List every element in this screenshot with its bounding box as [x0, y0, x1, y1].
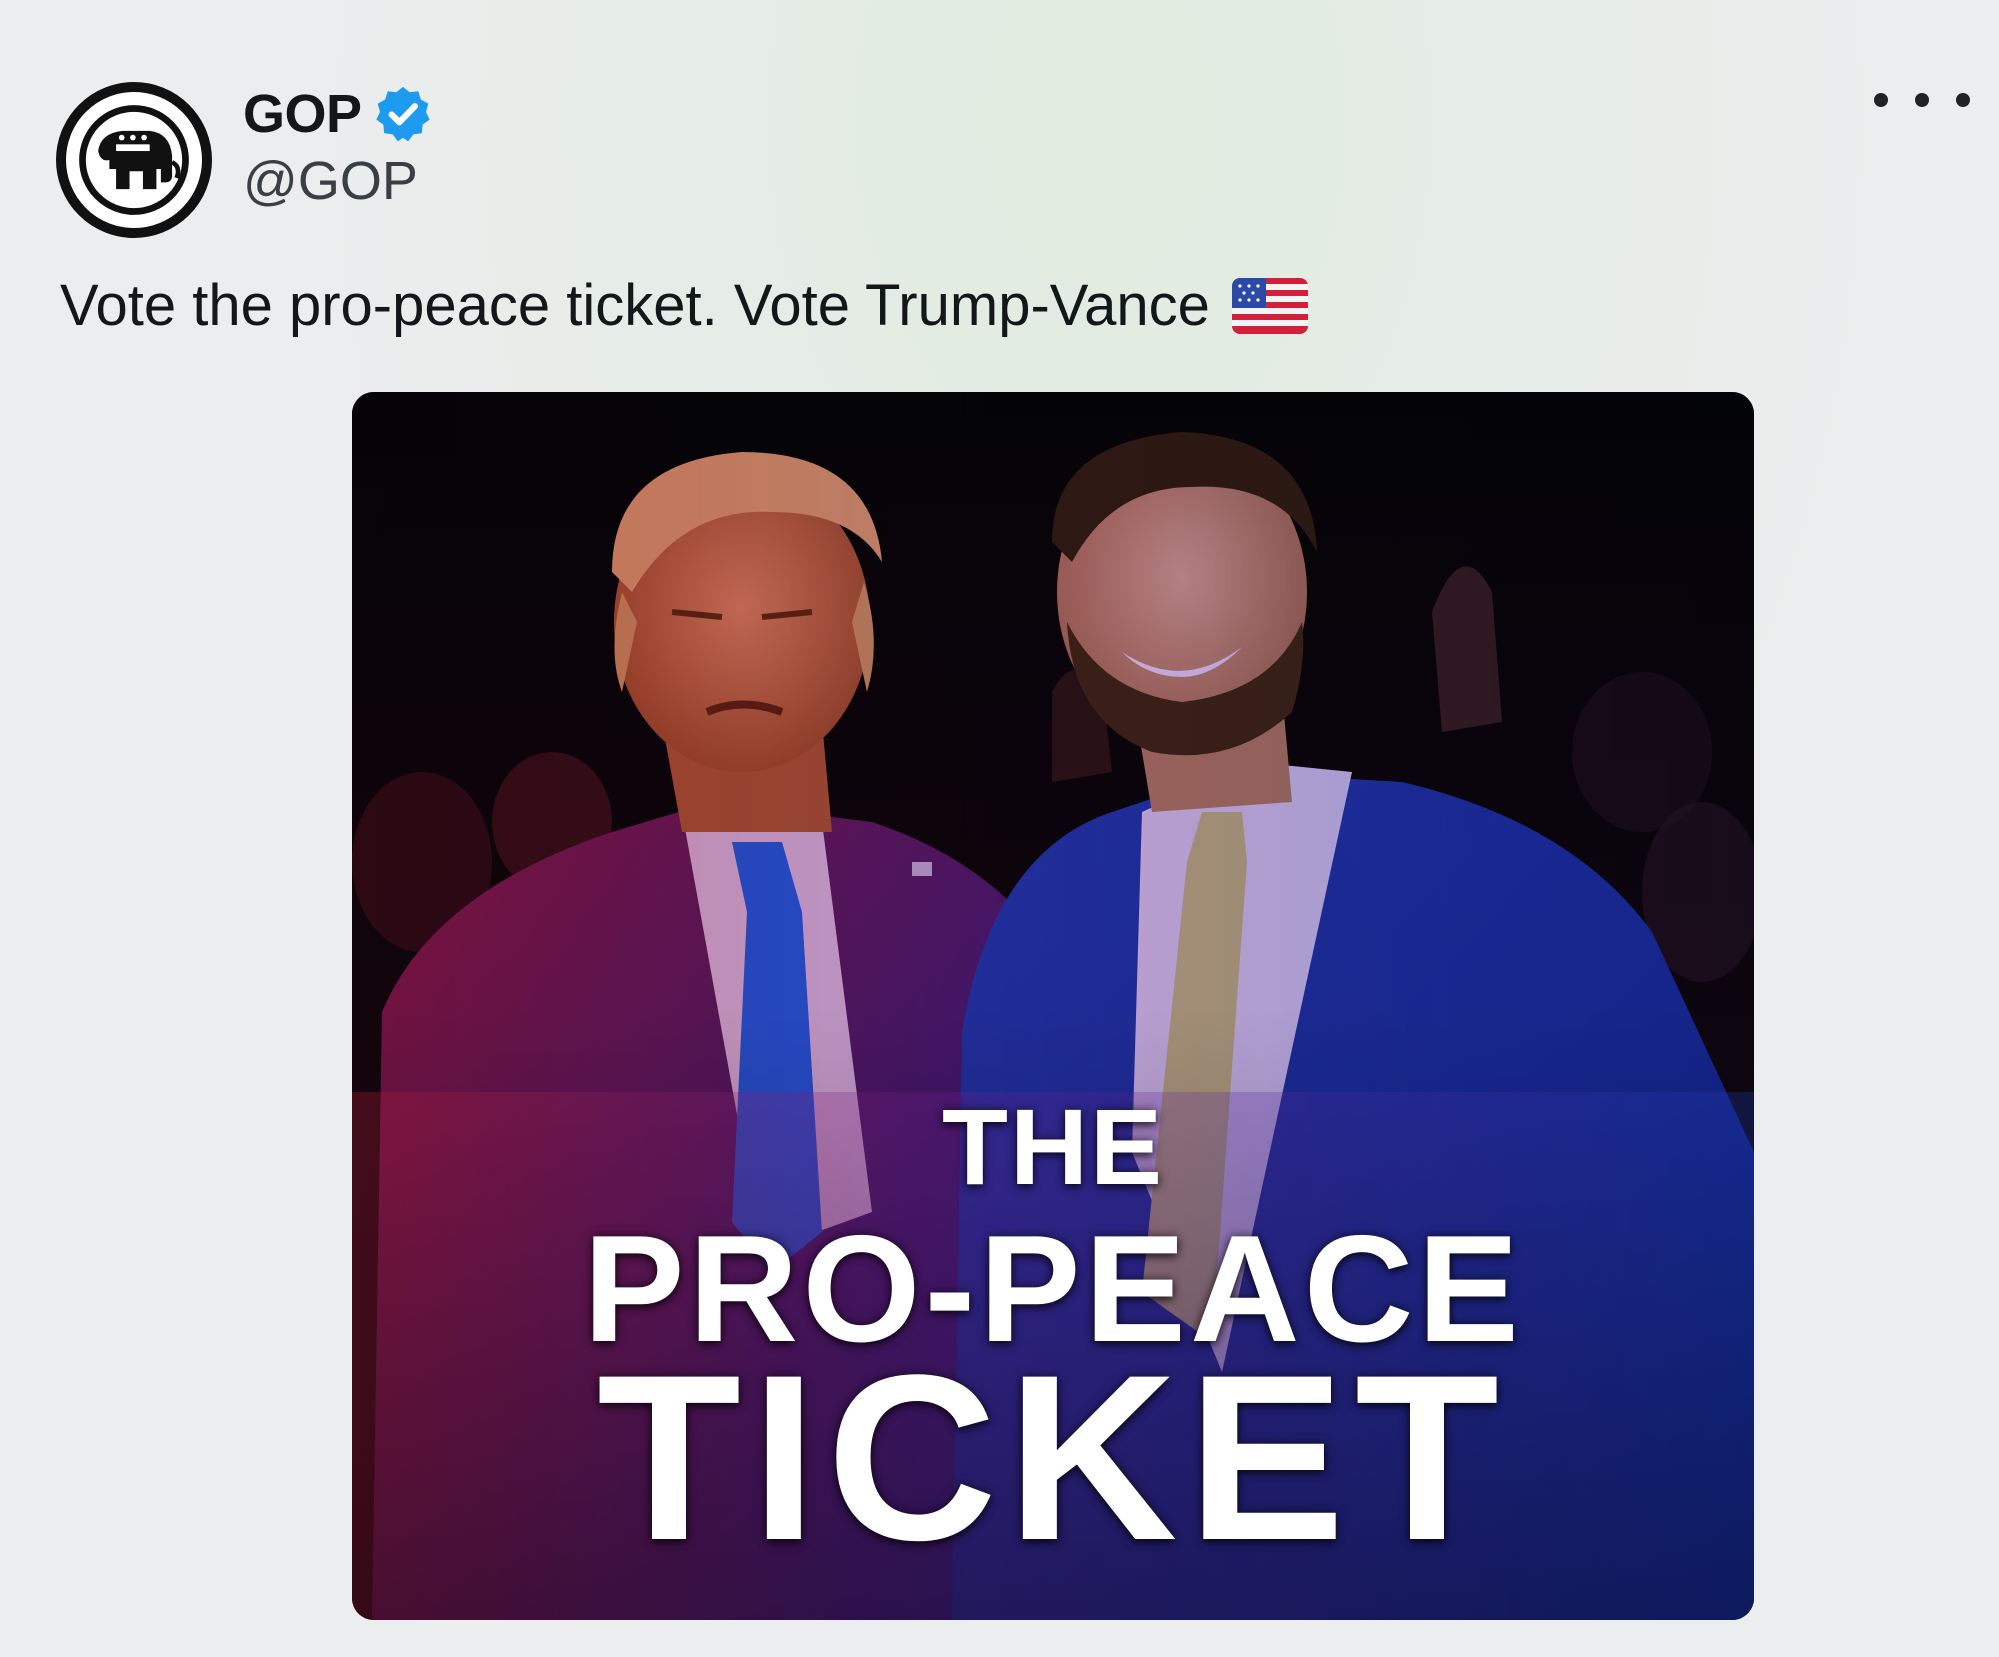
headline-the: THE: [942, 1086, 1164, 1207]
author-display-name[interactable]: GOP: [243, 83, 362, 145]
more-dot-icon: [1874, 93, 1888, 107]
verified-badge-icon: [375, 86, 430, 142]
more-dot-icon: [1956, 93, 1970, 107]
tweet-card[interactable]: GOP @GOP Vote the pro-peace ticket. Vote…: [0, 0, 1999, 1657]
profile-avatar[interactable]: [56, 82, 212, 238]
post-text: Vote the pro-peace ticket. Vote Trump-Va…: [60, 273, 1210, 338]
us-flag-icon: [1231, 277, 1308, 334]
gop-elephant-icon: [79, 105, 189, 215]
more-options-button[interactable]: [1874, 80, 1970, 120]
more-dot-icon: [1915, 93, 1929, 107]
author-name-row[interactable]: GOP: [243, 78, 434, 150]
post-text-row: Vote the pro-peace ticket. Vote Trump-Va…: [60, 272, 1308, 339]
author-handle[interactable]: @GOP: [243, 150, 418, 212]
screen: GOP @GOP Vote the pro-peace ticket. Vote…: [0, 0, 1999, 1657]
post-media-image[interactable]: THE PRO-PEACE TICKET: [352, 392, 1754, 1620]
headline-ticket: TICKET: [596, 1326, 1510, 1590]
